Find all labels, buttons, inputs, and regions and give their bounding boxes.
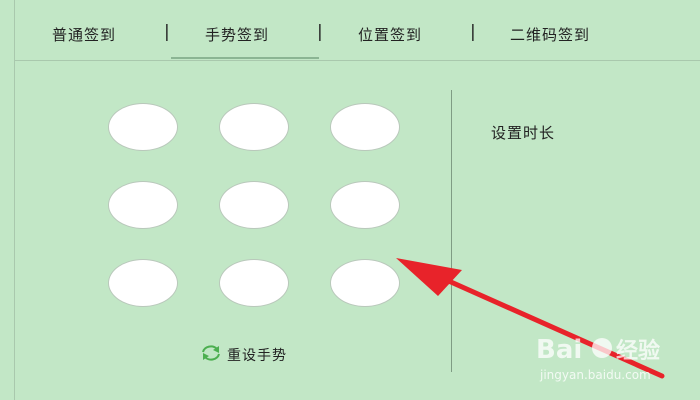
- reset-gesture-button[interactable]: 重设手势: [200, 344, 287, 366]
- reset-gesture-label: 重设手势: [227, 348, 287, 364]
- gesture-dot[interactable]: [108, 181, 178, 229]
- tab-bar: 普通签到 | 手势签到 | 位置签到 | 二维码签到: [14, 0, 700, 60]
- svg-text:Bai: Bai: [536, 335, 582, 365]
- gesture-dot[interactable]: [330, 259, 400, 307]
- tab-gesture-sign-in[interactable]: 手势签到: [205, 24, 269, 45]
- refresh-icon: [200, 344, 222, 366]
- tab-normal-sign-in[interactable]: 普通签到: [52, 24, 116, 45]
- tab-bar-divider: [14, 60, 700, 61]
- tab-qrcode-sign-in[interactable]: 二维码签到: [510, 24, 590, 45]
- sign-in-screen: 普通签到 | 手势签到 | 位置签到 | 二维码签到 重设手势 设置时长 Bai…: [0, 0, 700, 400]
- gesture-dot[interactable]: [219, 103, 289, 151]
- panel-divider: [451, 90, 452, 372]
- tab-separator: |: [164, 22, 170, 42]
- gesture-dot[interactable]: [108, 103, 178, 151]
- gesture-dot[interactable]: [108, 259, 178, 307]
- gesture-dot[interactable]: [219, 259, 289, 307]
- set-duration-label[interactable]: 设置时长: [491, 122, 555, 143]
- svg-text:经验: 经验: [616, 338, 660, 364]
- gesture-dot[interactable]: [219, 181, 289, 229]
- gesture-dot[interactable]: [330, 103, 400, 151]
- watermark-url: jingyan.baidu.com: [540, 368, 651, 382]
- tab-location-sign-in[interactable]: 位置签到: [358, 24, 422, 45]
- active-tab-indicator: [171, 57, 319, 59]
- gesture-dot[interactable]: [330, 181, 400, 229]
- tab-separator: |: [317, 22, 323, 42]
- tab-separator: |: [470, 22, 476, 42]
